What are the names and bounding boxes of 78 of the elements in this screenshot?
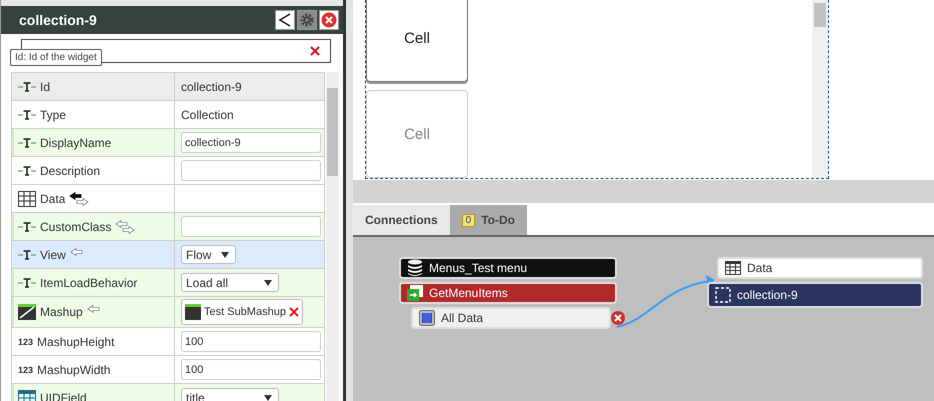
node-label: collection-9 <box>737 288 798 302</box>
panel-title: collection-9 <box>19 12 97 28</box>
share-icon[interactable] <box>275 10 295 30</box>
remove-icon[interactable] <box>288 307 299 317</box>
property-row[interactable]: Type Collection <box>12 101 324 129</box>
target-node[interactable]: Data <box>717 257 923 279</box>
settings-icon[interactable] <box>297 10 317 30</box>
grid-icon <box>18 390 36 401</box>
property-name: CustomClass <box>40 220 112 234</box>
tooltip: Id: Id of the widget <box>10 49 102 66</box>
source-node[interactable]: Menus_Test menu <box>399 257 617 279</box>
property-input[interactable]: collection-9 <box>181 132 321 153</box>
collection-cell[interactable]: Cell <box>366 0 468 82</box>
property-name: Data <box>40 192 66 206</box>
text-type-icon <box>18 110 36 120</box>
property-name: Mashup <box>40 305 83 319</box>
property-row[interactable]: CustomClass <box>12 213 324 241</box>
property-name: Description <box>40 164 100 178</box>
text-type-icon <box>18 166 36 176</box>
property-row[interactable]: View Flow <box>12 241 324 269</box>
property-row[interactable]: DisplayName collection-9 <box>12 129 324 157</box>
table-icon <box>18 190 36 206</box>
text-type-icon <box>18 278 36 288</box>
text-type-icon <box>18 138 36 148</box>
node-label: Data <box>747 261 772 275</box>
grid-icon <box>419 310 435 326</box>
selection-icon <box>715 287 731 303</box>
property-name: DisplayName <box>40 136 112 150</box>
clear-icon[interactable] <box>310 46 320 56</box>
property-dropdown[interactable]: Load all <box>181 273 279 292</box>
count-badge: 0 <box>462 214 476 226</box>
mashup-icon <box>185 304 201 320</box>
property-row[interactable]: Id collection-9 <box>12 73 324 101</box>
tab[interactable]: Connections <box>353 205 450 235</box>
service-icon <box>407 285 423 301</box>
property-row[interactable]: Description <box>12 157 324 185</box>
number-type-icon: 123 <box>18 364 34 374</box>
property-value: Collection <box>181 108 234 122</box>
remove-icon[interactable] <box>611 311 625 325</box>
property-dropdown[interactable]: Flow <box>181 245 236 264</box>
scrollbar[interactable] <box>812 0 828 178</box>
node-label: Menus_Test menu <box>429 261 528 275</box>
scrollbar[interactable] <box>326 72 339 401</box>
property-name: Id <box>40 80 50 94</box>
database-icon <box>407 259 423 277</box>
property-value: collection-9 <box>181 80 242 94</box>
dropdown-caret-icon <box>221 252 230 258</box>
collection-cell[interactable]: Cell <box>366 90 468 178</box>
node-label: All Data <box>441 311 484 325</box>
property-row[interactable]: Data <box>12 185 324 213</box>
dropdown-caret-icon <box>264 280 272 286</box>
property-input[interactable]: 100 <box>181 331 321 352</box>
tab[interactable]: 0 To-Do <box>450 205 527 235</box>
property-row[interactable]: Mashup Test SubMashup <box>12 297 324 328</box>
property-row[interactable]: 123 MashupHeight 100 <box>12 328 324 356</box>
mashup-chip[interactable]: Test SubMashup <box>181 299 303 325</box>
source-node[interactable]: All Data <box>411 307 611 329</box>
property-name: Type <box>40 108 66 122</box>
target-node[interactable]: collection-9 <box>707 282 923 308</box>
mashup-icon <box>18 304 36 320</box>
dropdown-caret-icon <box>264 394 272 400</box>
property-name: View <box>40 248 66 262</box>
property-input[interactable]: 100 <box>181 359 321 380</box>
close-icon[interactable] <box>319 10 339 30</box>
text-type-icon <box>18 250 36 260</box>
text-type-icon <box>18 222 36 232</box>
property-row[interactable]: 123 MashupWidth 100 <box>12 356 324 384</box>
number-type-icon: 123 <box>18 336 34 346</box>
property-name: ItemLoadBehavior <box>40 276 138 290</box>
property-name: MashupHeight <box>37 334 114 348</box>
source-node[interactable]: GetMenuItems <box>399 282 617 304</box>
property-name: MashupWidth <box>37 362 110 376</box>
property-input[interactable] <box>181 216 321 237</box>
property-row[interactable]: ItemLoadBehavior Load all <box>12 269 324 297</box>
property-input[interactable] <box>181 160 321 181</box>
table-icon <box>725 261 741 275</box>
node-label: GetMenuItems <box>429 286 508 300</box>
text-type-icon <box>18 82 36 92</box>
